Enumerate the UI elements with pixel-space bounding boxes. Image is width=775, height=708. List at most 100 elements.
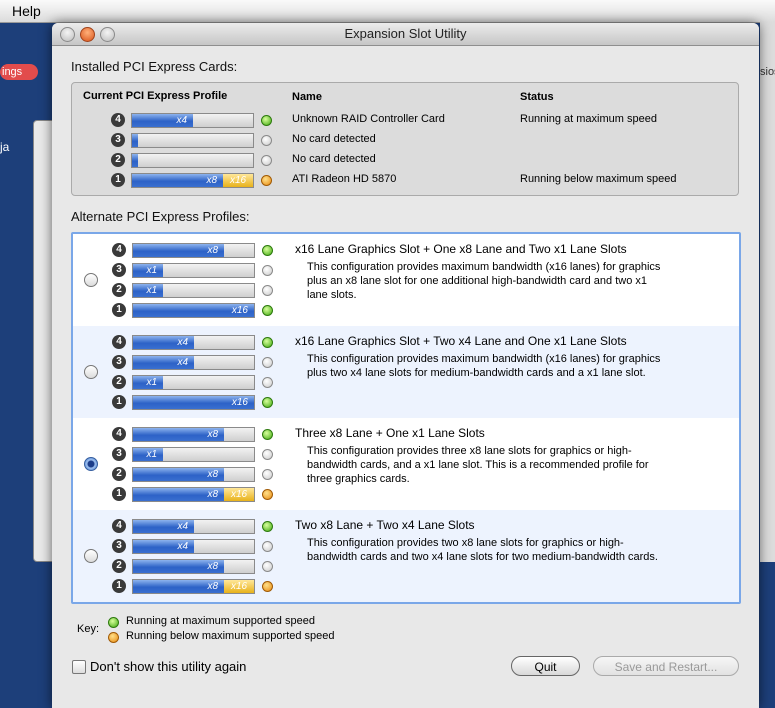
slot-number: 3 [111, 133, 125, 147]
lane-fill: x8 [132, 174, 223, 187]
key-green-text: Running at maximum supported speed [126, 615, 315, 627]
lane-fill: x1 [133, 448, 163, 461]
status-dot-icon [262, 245, 273, 256]
slot-number: 4 [112, 243, 126, 257]
lane-bar: x8 x16 [132, 487, 255, 502]
profile-option[interactable]: 4 x8 3 x1 2 x1 1 x16 x16 Lane Graphics S… [73, 234, 739, 326]
lane-bar [131, 153, 254, 168]
slot-number: 2 [112, 467, 126, 481]
alternate-profiles-label: Alternate PCI Express Profiles: [71, 209, 250, 224]
status-dot-icon [261, 155, 272, 166]
slot-number: 1 [112, 579, 126, 593]
slot-number: 2 [112, 559, 126, 573]
slot-number: 4 [112, 335, 126, 349]
lane-bar: x8 [132, 243, 255, 258]
zoom-button[interactable] [100, 27, 115, 42]
slot-number: 2 [112, 283, 126, 297]
minimize-button[interactable] [80, 27, 95, 42]
status-dot-icon [262, 449, 273, 460]
slot-number: 3 [112, 355, 126, 369]
dont-show-label[interactable]: Don't show this utility again [90, 659, 246, 674]
card-name: ATI Radeon HD 5870 [292, 173, 397, 185]
profile-description-line: This configuration provides three x8 lan… [307, 445, 632, 457]
card-name: No card detected [292, 133, 376, 145]
profile-description: This configuration provides maximum band… [307, 352, 707, 380]
alternate-profiles-list[interactable]: 4 x8 3 x1 2 x1 1 x16 x16 Lane Graphics S… [71, 232, 741, 604]
menu-help[interactable]: Help [12, 3, 41, 19]
profile-description-line: bandwidth cards and two x4 lane slots fo… [307, 551, 658, 563]
profile-title: Two x8 Lane + Two x4 Lane Slots [295, 518, 475, 532]
profile-option[interactable]: 4 x8 3 x1 2 x8 1 x8 x16 Three x8 Lane + … [73, 418, 739, 510]
lane-bar: x1 [132, 447, 255, 462]
slot-number: 3 [112, 263, 126, 277]
lane-fill: x4 [133, 356, 194, 369]
background-window-right: sios [760, 22, 775, 562]
card-status: Running at maximum speed [520, 113, 657, 125]
installed-card-row: 4 x4 Unknown RAID Controller Card Runnin… [72, 111, 738, 129]
lane-bar: x4 [131, 113, 254, 128]
lane-extra: x16 [223, 174, 253, 187]
slot-number: 2 [112, 375, 126, 389]
profile-description-line: This configuration provides maximum band… [307, 353, 661, 365]
lane-fill: x4 [133, 520, 194, 533]
lane-fill: x8 [133, 560, 224, 573]
background-badge: ings [0, 64, 38, 80]
status-dot-icon [262, 285, 273, 296]
background-text-right: sios [760, 66, 775, 78]
status-dot-icon [262, 357, 273, 368]
status-dot-icon [262, 397, 273, 408]
installed-card-row: 2 No card detected [72, 151, 738, 169]
window-title: Expansion Slot Utility [344, 26, 467, 41]
menu-bar: Help [0, 0, 775, 23]
installed-card-row: 3 No card detected [72, 131, 738, 149]
profile-slot-row: 1 x8 x16 [73, 485, 739, 503]
lane-bar: x4 [132, 355, 255, 370]
status-dot-icon [262, 489, 273, 500]
lane-fill: x4 [133, 336, 194, 349]
lane-bar: x4 [132, 519, 255, 534]
title-bar: Expansion Slot Utility [52, 23, 759, 46]
status-dot-icon [262, 337, 273, 348]
profile-description-line: three graphics cards. [307, 473, 410, 485]
profile-option[interactable]: 4 x4 3 x4 2 x8 1 x8 x16 Two x8 Lane + Tw… [73, 510, 739, 602]
lane-fill: x8 [133, 468, 224, 481]
lane-fill: x1 [133, 376, 163, 389]
lane-extra: x16 [224, 488, 254, 501]
quit-button[interactable]: Quit [511, 656, 580, 676]
profile-slot-row: 1 x16 [73, 393, 739, 411]
status-dot-icon [262, 377, 273, 388]
status-dot-icon [261, 175, 272, 186]
card-name: Unknown RAID Controller Card [292, 113, 445, 125]
lane-fill: x1 [133, 284, 163, 297]
lane-fill: x8 [133, 244, 224, 257]
profile-description-line: This configuration provides two x8 lane … [307, 537, 624, 549]
save-and-restart-button[interactable]: Save and Restart... [593, 656, 739, 676]
lane-bar: x16 [132, 395, 255, 410]
slot-number: 3 [112, 539, 126, 553]
background-text-left: ja [0, 140, 10, 154]
status-header: Status [520, 91, 554, 103]
lane-bar: x8 [132, 559, 255, 574]
green-status-icon [108, 617, 119, 628]
installed-cards-panel: Current PCI Express Profile Name Status … [71, 82, 739, 196]
profile-title: Three x8 Lane + One x1 Lane Slots [295, 426, 485, 440]
profile-slot-row: 1 x8 x16 [73, 577, 739, 595]
status-dot-icon [262, 561, 273, 572]
dont-show-checkbox[interactable] [72, 660, 86, 674]
lane-bar: x1 [132, 375, 255, 390]
status-dot-icon [262, 521, 273, 532]
lane-fill: x16 [133, 304, 254, 317]
slot-number: 1 [112, 303, 126, 317]
status-dot-icon [262, 265, 273, 276]
profile-title: x16 Lane Graphics Slot + One x8 Lane and… [295, 242, 627, 256]
close-button[interactable] [60, 27, 75, 42]
slot-number: 2 [111, 153, 125, 167]
lane-bar: x1 [132, 263, 255, 278]
lane-bar: x4 [132, 539, 255, 554]
profile-description-line: lane slots. [307, 289, 357, 301]
profile-option[interactable]: 4 x4 3 x4 2 x1 1 x16 x16 Lane Graphics S… [73, 326, 739, 418]
key-orange-text: Running below maximum supported speed [126, 630, 335, 642]
installed-cards-label: Installed PCI Express Cards: [71, 59, 238, 74]
slot-number: 1 [111, 173, 125, 187]
status-dot-icon [261, 115, 272, 126]
